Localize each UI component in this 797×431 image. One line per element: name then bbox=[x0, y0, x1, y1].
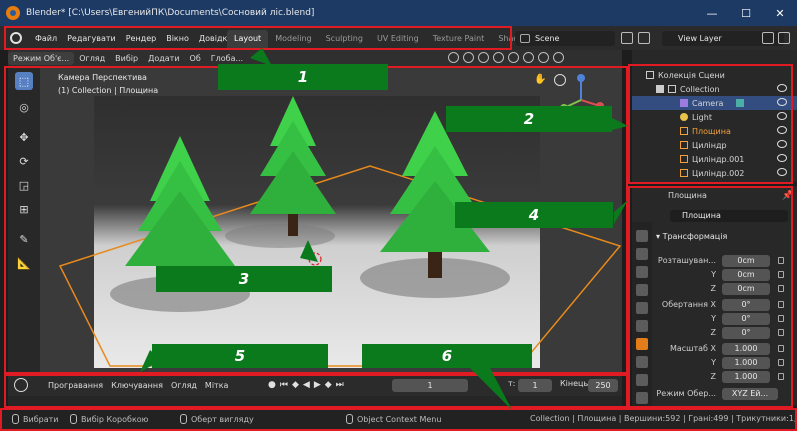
annotation-label-2: 2 bbox=[446, 106, 612, 132]
annotation-label-3: 3 bbox=[156, 266, 332, 292]
annotation-label-6: 6 bbox=[362, 344, 532, 368]
annotation-label-5: 5 bbox=[152, 344, 328, 368]
annotation-label-4: 4 bbox=[455, 202, 613, 228]
annotation-label-1: 1 bbox=[218, 64, 388, 90]
